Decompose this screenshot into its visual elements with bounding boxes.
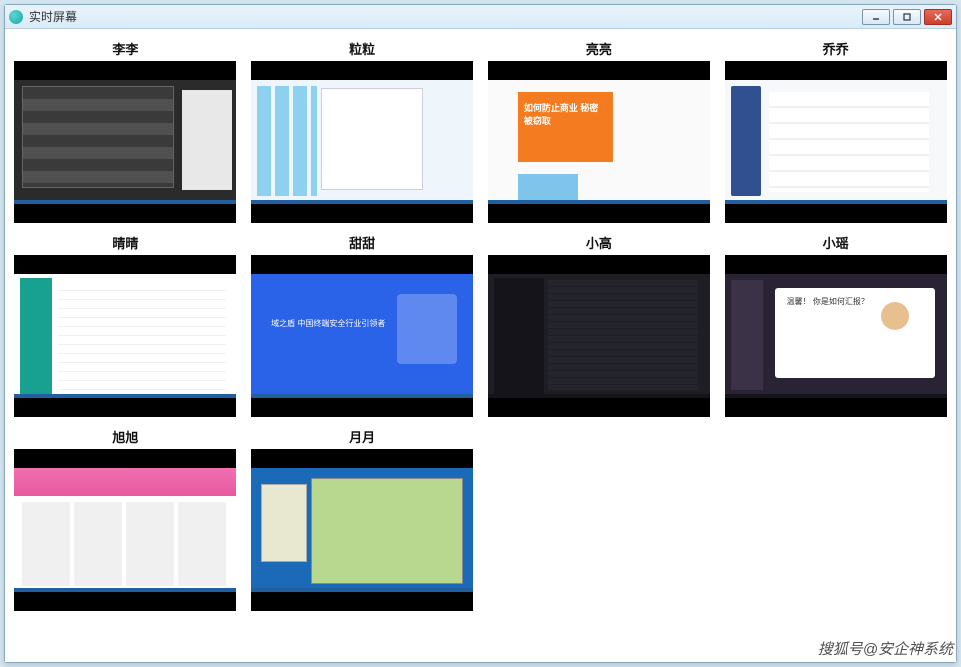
screen-cell: 晴晴	[13, 233, 238, 417]
screen-cell: 甜甜 域之盾 中国终端安全行业引领者	[250, 233, 475, 417]
screen-cell: 旭旭	[13, 427, 238, 611]
screen-cell: 月月	[250, 427, 475, 611]
screen-thumbnail[interactable]: 域之盾 中国终端安全行业引领者	[251, 255, 473, 417]
screen-name: 甜甜	[349, 233, 375, 251]
screen-name: 小瑶	[823, 233, 849, 251]
minimize-button[interactable]	[862, 9, 890, 25]
screen-thumbnail[interactable]	[251, 61, 473, 223]
content-area: 李李 粒粒 亮亮 如何防止商业 秘密被窃取 乔乔	[5, 29, 956, 662]
screen-cell: 小瑶 温馨！ 你是如何汇报？	[723, 233, 948, 417]
screen-name: 小高	[586, 233, 612, 251]
maximize-icon	[902, 12, 912, 22]
screen-thumbnail[interactable]	[14, 61, 236, 223]
screen-name: 李李	[112, 39, 138, 57]
banner-text: 如何防止商业 秘密被窃取	[524, 102, 606, 128]
window-controls	[862, 9, 952, 25]
screen-cell: 亮亮 如何防止商业 秘密被窃取	[487, 39, 712, 223]
banner-text: 温馨！ 你是如何汇报？	[787, 296, 869, 307]
screen-thumbnail[interactable]	[251, 449, 473, 611]
screen-thumbnail[interactable]	[14, 449, 236, 611]
screen-cell: 乔乔	[723, 39, 948, 223]
screen-thumbnail[interactable]	[14, 255, 236, 417]
banner-text: 域之盾 中国终端安全行业引领者	[271, 318, 385, 330]
screen-cell: 小高	[487, 233, 712, 417]
close-icon	[933, 12, 943, 22]
screen-name: 粒粒	[349, 39, 375, 57]
screen-name: 晴晴	[112, 233, 138, 251]
window-title: 实时屏幕	[29, 8, 862, 25]
titlebar[interactable]: 实时屏幕	[5, 5, 956, 29]
maximize-button[interactable]	[893, 9, 921, 25]
screen-thumbnail[interactable]	[488, 255, 710, 417]
screen-thumbnail[interactable]	[725, 61, 947, 223]
minimize-icon	[871, 12, 881, 22]
main-window: 实时屏幕 李李 粒粒	[4, 4, 957, 663]
close-button[interactable]	[924, 9, 952, 25]
screen-name: 亮亮	[586, 39, 612, 57]
screen-cell: 粒粒	[250, 39, 475, 223]
screen-thumbnail[interactable]: 温馨！ 你是如何汇报？	[725, 255, 947, 417]
app-icon	[9, 10, 23, 24]
screen-cell: 李李	[13, 39, 238, 223]
screen-name: 月月	[349, 427, 375, 445]
screen-grid: 李李 粒粒 亮亮 如何防止商业 秘密被窃取 乔乔	[13, 39, 948, 611]
screen-thumbnail[interactable]: 如何防止商业 秘密被窃取	[488, 61, 710, 223]
screen-name: 乔乔	[823, 39, 849, 57]
screen-name: 旭旭	[112, 427, 138, 445]
